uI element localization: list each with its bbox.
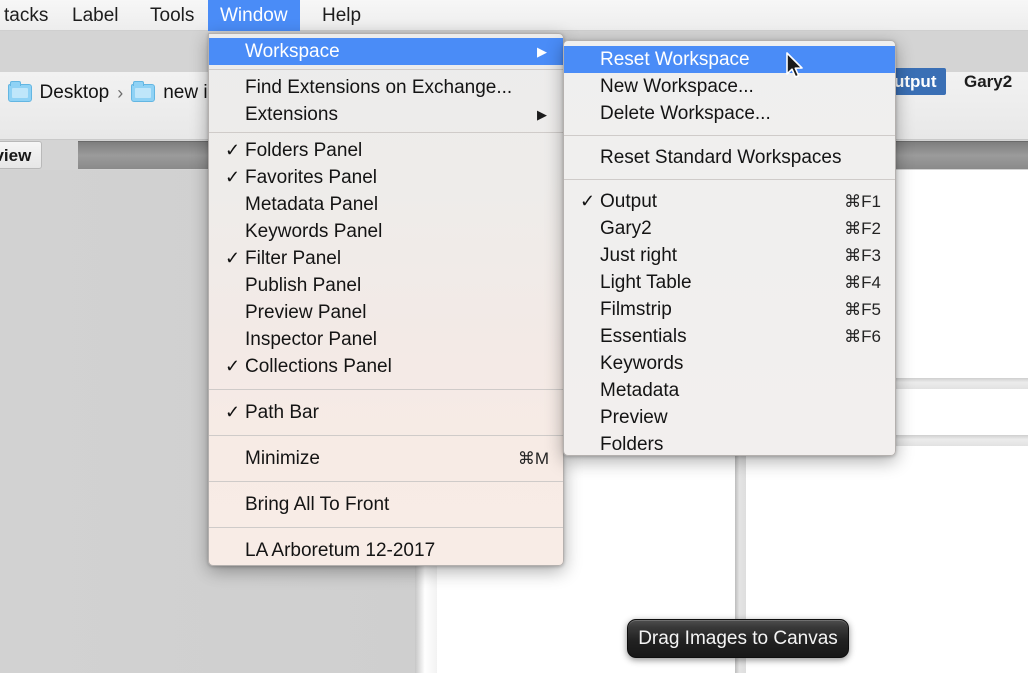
check-icon: ✓: [225, 167, 241, 187]
menu-item-label: New Workspace...: [600, 75, 754, 97]
submenu-item-output[interactable]: ✓ Output ⌘F1: [564, 188, 895, 215]
check-icon: ✓: [225, 402, 241, 422]
menu-item-label: Bring All To Front: [245, 493, 390, 515]
menu-item-extensions[interactable]: Extensions ▶: [209, 101, 563, 128]
submenu-item-reset-standard-workspaces[interactable]: Reset Standard Workspaces: [564, 144, 895, 171]
menu-item-label: Gary2: [600, 217, 652, 239]
menubar-item-tools[interactable]: Tools: [138, 0, 206, 31]
menu-item-find-extensions[interactable]: Find Extensions on Exchange...: [209, 74, 563, 101]
menu-item-label: Preview: [600, 406, 668, 428]
check-icon: ✓: [225, 140, 241, 160]
menu-item-workspace[interactable]: Workspace ▶: [209, 38, 563, 65]
menu-item-path-bar[interactable]: ✓ Path Bar: [209, 399, 563, 426]
menu-item-label: Workspace: [245, 40, 340, 62]
menu-item-label: Delete Workspace...: [600, 102, 771, 124]
menu-item-inspector-panel[interactable]: Inspector Panel: [209, 326, 563, 353]
menu-separator: [564, 135, 895, 136]
menu-item-label: Path Bar: [245, 401, 319, 423]
workspace-submenu[interactable]: Reset Workspace New Workspace... Delete …: [563, 40, 896, 456]
menu-item-minimize[interactable]: Minimize ⌘M: [209, 445, 563, 472]
drag-images-tooltip: Drag Images to Canvas: [627, 619, 849, 658]
menu-item-label: Find Extensions on Exchange...: [245, 76, 513, 98]
submenu-item-folders[interactable]: Folders: [564, 431, 895, 455]
menu-item-label: Preview Panel: [245, 301, 367, 323]
menu-separator: [209, 435, 563, 436]
menubar-item-stacks[interactable]: tacks: [0, 0, 60, 31]
menu-item-shortcut: ⌘F2: [844, 218, 881, 238]
window-menu-dropdown[interactable]: Workspace ▶ Find Extensions on Exchange.…: [208, 33, 564, 566]
tooltip-label: Drag Images to Canvas: [638, 627, 838, 649]
menubar-item-window[interactable]: Window: [208, 0, 300, 31]
menu-item-shortcut: ⌘F5: [844, 299, 881, 319]
menu-item-favorites-panel[interactable]: ✓ Favorites Panel: [209, 164, 563, 191]
menu-item-label: Metadata: [600, 379, 680, 401]
submenu-item-light-table[interactable]: Light Table ⌘F4: [564, 269, 895, 296]
breadcrumb-item-desktop[interactable]: Desktop: [40, 82, 110, 104]
menubar-item-help[interactable]: Help: [310, 0, 373, 31]
menu-item-keywords-panel[interactable]: Keywords Panel: [209, 218, 563, 245]
menu-item-label: Folders Panel: [245, 139, 363, 161]
menu-item-label: Publish Panel: [245, 274, 362, 296]
menu-item-shortcut: ⌘F1: [844, 191, 881, 211]
menu-separator: [564, 179, 895, 180]
menu-item-label: Filmstrip: [600, 298, 672, 320]
folder-icon: [131, 81, 156, 102]
menu-item-label: Filter Panel: [245, 247, 342, 269]
submenu-item-metadata[interactable]: Metadata: [564, 377, 895, 404]
menu-item-publish-panel[interactable]: Publish Panel: [209, 272, 563, 299]
menu-item-label: LA Arboretum 12-2017: [245, 539, 436, 561]
submenu-arrow-icon: ▶: [537, 43, 547, 59]
menu-item-shortcut: ⌘F4: [844, 272, 881, 292]
menu-item-label: Output: [600, 190, 658, 212]
menu-item-bring-all-to-front[interactable]: Bring All To Front: [209, 491, 563, 518]
check-icon: ✓: [225, 248, 241, 268]
menu-item-label: Essentials: [600, 325, 687, 347]
menu-item-label: Light Table: [600, 271, 692, 293]
menu-separator: [209, 527, 563, 528]
folder-icon: [7, 81, 32, 102]
menu-item-collections-panel[interactable]: ✓ Collections Panel: [209, 353, 563, 380]
menu-item-label: Folders: [600, 433, 664, 455]
submenu-item-keywords[interactable]: Keywords: [564, 350, 895, 377]
submenu-item-new-workspace[interactable]: New Workspace...: [564, 73, 895, 100]
menu-item-metadata-panel[interactable]: Metadata Panel: [209, 191, 563, 218]
submenu-item-just-right[interactable]: Just right ⌘F3: [564, 242, 895, 269]
menu-item-label: Reset Workspace: [600, 48, 750, 70]
menu-item-filter-panel[interactable]: ✓ Filter Panel: [209, 245, 563, 272]
submenu-item-preview[interactable]: Preview: [564, 404, 895, 431]
menu-separator: [209, 481, 563, 482]
menu-item-label: Metadata Panel: [245, 193, 379, 215]
menu-item-folders-panel[interactable]: ✓ Folders Panel: [209, 137, 563, 164]
menu-separator: [209, 389, 563, 390]
chevron-right-icon: ›: [117, 82, 124, 103]
menu-separator: [209, 132, 563, 133]
menu-item-la-arboretum[interactable]: LA Arboretum 12-2017: [209, 537, 563, 564]
submenu-arrow-icon: ▶: [537, 106, 547, 122]
submenu-item-filmstrip[interactable]: Filmstrip ⌘F5: [564, 296, 895, 323]
check-icon: ✓: [225, 356, 241, 376]
submenu-item-essentials[interactable]: Essentials ⌘F6: [564, 323, 895, 350]
menu-item-label: Favorites Panel: [245, 166, 378, 188]
menu-item-label: Keywords: [600, 352, 684, 374]
menu-item-label: Minimize: [245, 447, 320, 469]
menu-item-label: Keywords Panel: [245, 220, 383, 242]
menu-item-label: Reset Standard Workspaces: [600, 146, 842, 168]
menu-item-label: Inspector Panel: [245, 328, 378, 350]
menu-item-shortcut: ⌘F6: [844, 326, 881, 346]
check-icon: ✓: [580, 191, 596, 211]
submenu-item-reset-workspace[interactable]: Reset Workspace: [564, 46, 895, 73]
menu-item-preview-panel[interactable]: Preview Panel: [209, 299, 563, 326]
menu-separator: [209, 69, 563, 70]
menu-item-label: Just right: [600, 244, 678, 266]
menu-item-label: Extensions: [245, 103, 338, 125]
submenu-item-delete-workspace[interactable]: Delete Workspace...: [564, 100, 895, 127]
menubar-item-label[interactable]: Label: [60, 0, 131, 31]
menu-item-label: Collections Panel: [245, 355, 392, 377]
submenu-item-gary2[interactable]: Gary2 ⌘F2: [564, 215, 895, 242]
menu-item-shortcut: ⌘M: [517, 448, 549, 468]
breadcrumb[interactable]: ▸ Desktop › new in: [0, 78, 218, 108]
menu-item-shortcut: ⌘F3: [844, 245, 881, 265]
tab-preview[interactable]: eview: [0, 141, 43, 169]
tab-gary2[interactable]: Gary2: [954, 68, 1022, 95]
